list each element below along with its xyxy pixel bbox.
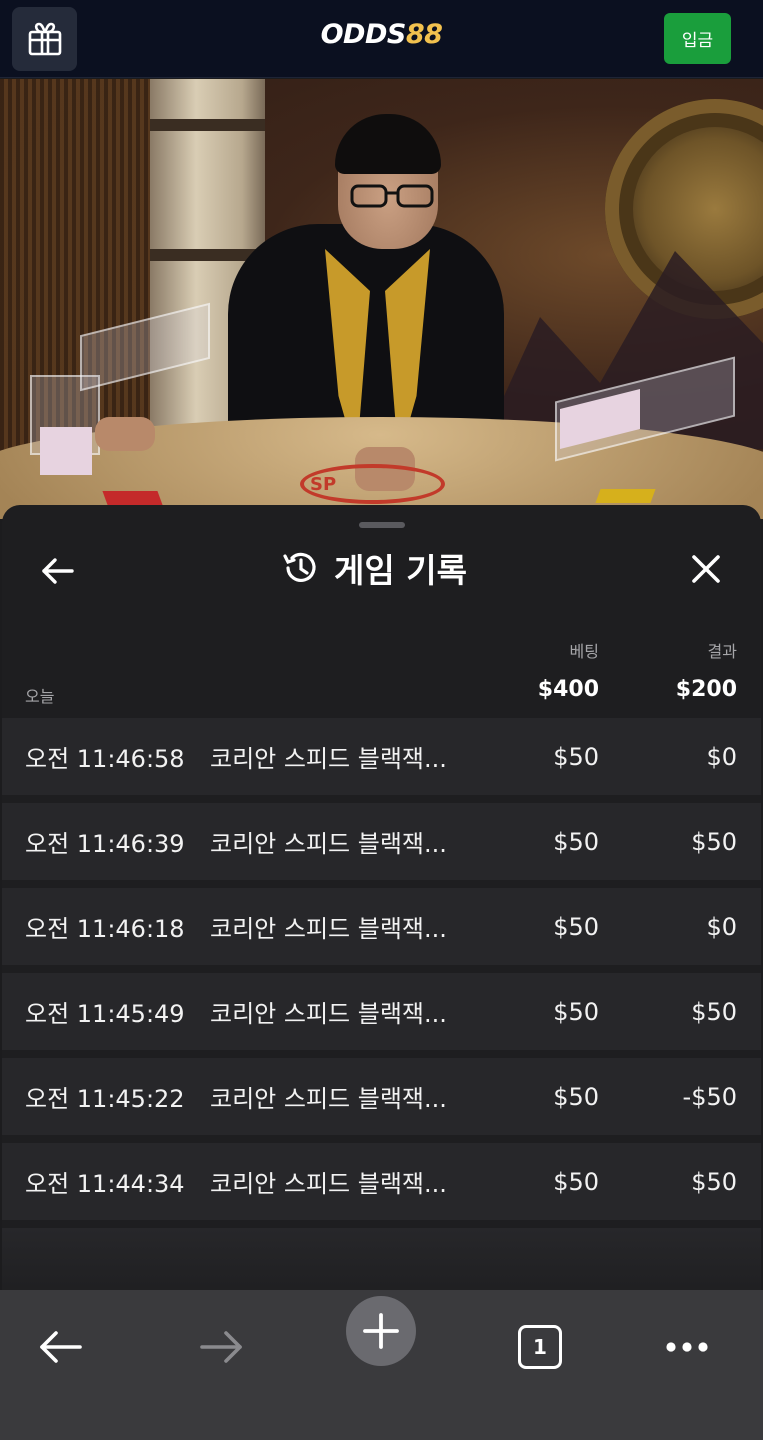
row-game: 코리안 스피드 블랙잭... [210,830,447,858]
row-bet: $50 [553,1082,599,1111]
brand-logo[interactable]: ODDS88 [0,19,763,50]
history-row[interactable]: 오전 11:44:34 코리안 스피드 블랙잭... $50 $50 [2,1143,761,1220]
row-time: 오전 11:45:22 [25,1085,185,1113]
sheet-drag-handle[interactable] [359,522,405,528]
row-result: -$50 [682,1082,737,1111]
row-time: 오전 11:46:18 [25,915,185,943]
table-logo: SP [300,464,445,504]
date-group-label: 오늘 [25,687,55,706]
total-result: $200 [675,677,737,702]
sheet-header: 게임 기록 [280,545,467,591]
history-row-faded [2,1228,761,1295]
new-tab-button[interactable] [346,1296,416,1366]
browser-toolbar: 1 [0,1290,763,1440]
game-history-sheet: 게임 기록 베팅 결과 오늘 $400 $200 오전 11:46:58 코리안… [2,505,761,1295]
total-bet: $400 [537,677,599,702]
row-result: $0 [706,742,737,771]
column-header-bet: 베팅 [569,642,599,661]
more-menu-button[interactable] [652,1312,722,1382]
top-header: ODDS88 입금 [0,0,763,78]
row-bet: $50 [553,1167,599,1196]
column-header-result: 결과 [707,642,737,661]
history-row[interactable]: 오전 11:45:22 코리안 스피드 블랙잭... $50 -$50 [2,1058,761,1135]
sheet-title: 게임 기록 [334,551,467,590]
history-row[interactable]: 오전 11:46:39 코리안 스피드 블랙잭... $50 $50 [2,803,761,880]
back-arrow-icon [40,1331,82,1363]
row-bet: $50 [553,997,599,1026]
tabs-button[interactable]: 1 [505,1312,575,1382]
row-result: $0 [706,912,737,941]
browser-forward-button[interactable] [186,1312,256,1382]
tabs-icon: 1 [518,1325,562,1369]
history-row[interactable]: 오전 11:45:49 코리안 스피드 블랙잭... $50 $50 [2,973,761,1050]
logo-text-accent: 88 [405,19,443,50]
forward-arrow-icon [200,1331,242,1363]
dealer-glasses [350,184,434,208]
history-list: 오전 11:46:58 코리안 스피드 블랙잭... $50 $0 오전 11:… [2,718,761,1295]
row-game: 코리안 스피드 블랙잭... [210,745,447,773]
history-icon [283,552,316,582]
row-time: 오전 11:45:49 [25,1000,185,1028]
deposit-button[interactable]: 입금 [664,13,731,64]
browser-back-button[interactable] [26,1312,96,1382]
row-result: $50 [691,997,737,1026]
row-bet: $50 [553,912,599,941]
row-time: 오전 11:46:39 [25,830,185,858]
back-arrow-icon[interactable] [38,551,78,591]
live-dealer-video[interactable]: SP [0,79,763,519]
row-time: 오전 11:44:34 [25,1170,185,1198]
plus-icon [363,1313,399,1349]
row-game: 코리안 스피드 블랙잭... [210,1170,447,1198]
row-bet: $50 [553,742,599,771]
row-bet: $50 [553,827,599,856]
row-game: 코리안 스피드 블랙잭... [210,915,447,943]
row-game: 코리안 스피드 블랙잭... [210,1085,447,1113]
row-result: $50 [691,1167,737,1196]
row-game: 코리안 스피드 블랙잭... [210,1000,447,1028]
history-row[interactable]: 오전 11:46:18 코리안 스피드 블랙잭... $50 $0 [2,888,761,965]
history-row[interactable]: 오전 11:46:58 코리안 스피드 블랙잭... $50 $0 [2,718,761,795]
row-result: $50 [691,827,737,856]
row-time: 오전 11:46:58 [25,745,185,773]
close-icon[interactable] [686,549,726,589]
more-icon [666,1342,708,1352]
logo-text-main: ODDS [320,19,407,50]
